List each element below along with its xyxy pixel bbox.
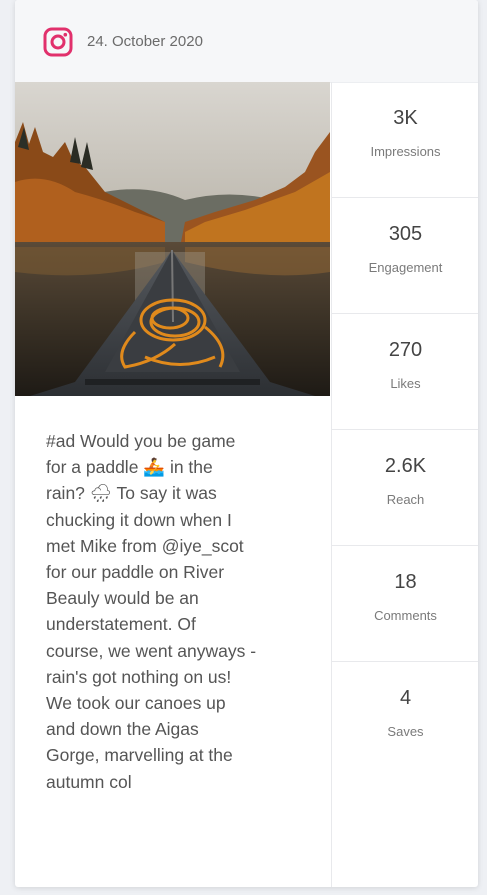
canoe-lake-photo bbox=[15, 82, 330, 396]
stat-value: 270 bbox=[388, 339, 423, 361]
stat-value: 4 bbox=[399, 687, 412, 709]
stats-panel: 3K Impressions 305 Engagement 270 Likes … bbox=[331, 82, 478, 887]
stat-label: Reach bbox=[386, 492, 425, 507]
post-caption: #ad Would you be game for a paddle 🚣 in … bbox=[46, 431, 257, 792]
post-card: 24. October 2020 #ad Would you be game f… bbox=[15, 0, 478, 887]
stat-likes: 270 Likes bbox=[332, 314, 478, 430]
stat-value: 3K bbox=[393, 107, 418, 129]
instagram-icon[interactable] bbox=[43, 27, 73, 57]
stat-label: Engagement bbox=[368, 260, 443, 275]
stat-impressions: 3K Impressions bbox=[332, 82, 478, 198]
stat-label: Likes bbox=[390, 376, 421, 391]
stat-reach: 2.6K Reach bbox=[332, 430, 478, 546]
post-image[interactable] bbox=[15, 82, 330, 396]
stat-saves: 4 Saves bbox=[332, 662, 478, 777]
post-date: 24. October 2020 bbox=[87, 33, 203, 50]
stat-value: 2.6K bbox=[384, 455, 427, 477]
stat-label: Comments bbox=[374, 608, 437, 623]
stat-value: 305 bbox=[388, 223, 423, 245]
stat-label: Impressions bbox=[370, 144, 441, 159]
stat-engagement: 305 Engagement bbox=[332, 198, 478, 314]
stat-comments: 18 Comments bbox=[332, 546, 478, 662]
stat-value: 18 bbox=[394, 571, 417, 593]
post-header: 24. October 2020 bbox=[15, 0, 478, 83]
stat-label: Saves bbox=[387, 724, 424, 739]
